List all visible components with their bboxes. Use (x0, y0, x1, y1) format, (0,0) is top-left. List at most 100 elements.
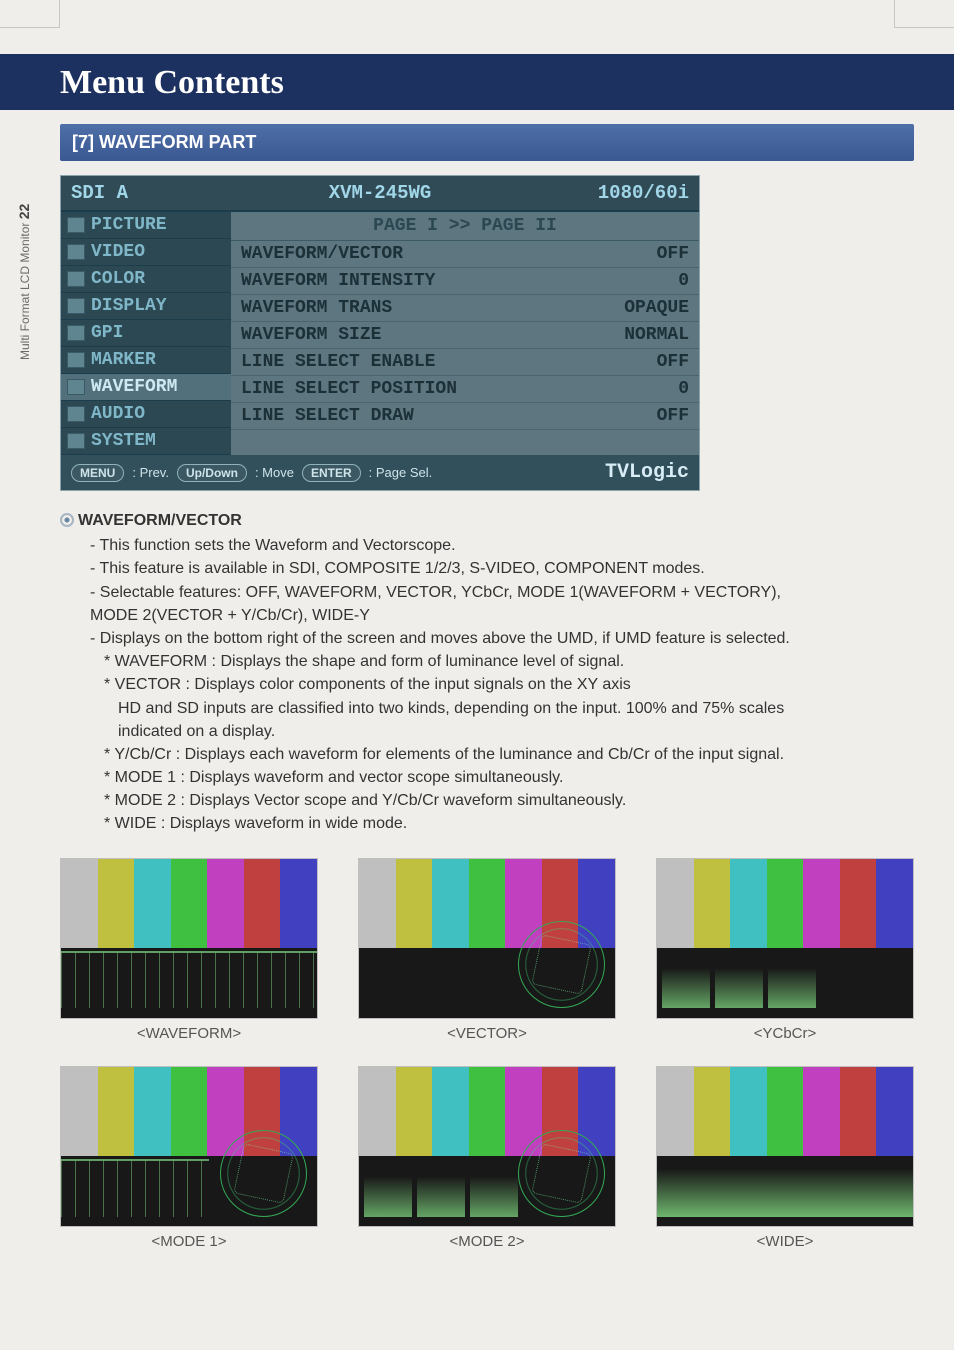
osd-model-label: XVM-245WG (277, 182, 483, 204)
osd-nav-item-color[interactable]: COLOR (61, 266, 231, 293)
thumbnail-caption: <WAVEFORM> (60, 1025, 318, 1042)
osd-setting-label: WAVEFORM/VECTOR (241, 244, 579, 264)
osd-setting-value: OFF (579, 406, 689, 426)
osd-nav-label: GPI (91, 323, 123, 343)
picture-icon (67, 217, 85, 233)
desc-subline: * MODE 1 : Displays waveform and vector … (60, 766, 914, 789)
osd-setting-value: OFF (579, 352, 689, 372)
osd-setting-row[interactable]: WAVEFORM SIZENORMAL (231, 322, 699, 349)
description-block: WAVEFORM/VECTOR - This function sets the… (60, 509, 914, 836)
color-icon (67, 271, 85, 287)
thumbnail-image (358, 1066, 616, 1227)
page-corner-left (0, 0, 60, 28)
osd-nav-label: AUDIO (91, 404, 145, 424)
osd-nav-item-gpi[interactable]: GPI (61, 320, 231, 347)
osd-keycap: ENTER (302, 464, 361, 482)
osd-setting-value: 0 (579, 379, 689, 399)
osd-nav-item-marker[interactable]: MARKER (61, 347, 231, 374)
desc-line: - Displays on the bottom right of the sc… (60, 627, 914, 650)
gpi-icon (67, 325, 85, 341)
page-title: Menu Contents (60, 64, 932, 102)
osd-setting-row[interactable]: LINE SELECT DRAWOFF (231, 403, 699, 430)
osd-setting-label: WAVEFORM SIZE (241, 325, 579, 345)
waveform-icon (67, 379, 85, 395)
osd-setting-row[interactable]: WAVEFORM TRANSOPAQUE (231, 295, 699, 322)
osd-setting-label: LINE SELECT ENABLE (241, 352, 579, 372)
osd-nav-item-system[interactable]: SYSTEM (61, 428, 231, 455)
desc-subline: * VECTOR : Displays color components of … (60, 673, 914, 696)
osd-nav-label: COLOR (91, 269, 145, 289)
osd-setting-label: WAVEFORM TRANS (241, 298, 579, 318)
osd-nav-label: SYSTEM (91, 431, 156, 451)
osd-footer: MENU : Prev. Up/Down : Move ENTER : Page S… (61, 455, 699, 490)
osd-key-text: : Move (255, 465, 294, 480)
side-tab-prefix: Multi Format LCD Monitor (18, 219, 32, 360)
osd-nav-item-video[interactable]: VIDEO (61, 239, 231, 266)
osd-brand: TVLogic (605, 461, 689, 484)
osd-keycap: Up/Down (177, 464, 247, 482)
side-page-tab: Multi Format LCD Monitor 22 (16, 204, 32, 360)
desc-line: - This function sets the Waveform and Ve… (60, 534, 914, 557)
osd-nav-item-picture[interactable]: PICTURE (61, 212, 231, 239)
osd-nav-list: PICTURE VIDEO COLOR DISPLAY GPI MARKER WAVEFOR… (61, 212, 231, 455)
thumbnail: <MODE 2> (358, 1066, 616, 1250)
desc-subline: * Y/Cb/Cr : Displays each waveform for e… (60, 743, 914, 766)
thumbnail: <WIDE> (656, 1066, 914, 1250)
thumbnail-caption: <VECTOR> (358, 1025, 616, 1042)
thumbnail-image (656, 858, 914, 1019)
thumbnail-image (358, 858, 616, 1019)
thumbnail-image (656, 1066, 914, 1227)
osd-setting-label: LINE SELECT DRAW (241, 406, 579, 426)
thumbnail-image (60, 858, 318, 1019)
osd-titlebar: SDI A XVM-245WG 1080/60i (61, 176, 699, 212)
osd-key-hints: MENU : Prev. Up/Down : Move ENTER : Page S… (71, 464, 432, 482)
thumbnail: <MODE 1> (60, 1066, 318, 1250)
desc-subline: * WIDE : Displays waveform in wide mode. (60, 812, 914, 835)
osd-input-label: SDI A (71, 182, 277, 204)
audio-icon (67, 406, 85, 422)
osd-setting-row[interactable]: WAVEFORM/VECTOROFF (231, 241, 699, 268)
osd-settings-panel: PAGE I >> PAGE II WAVEFORM/VECTOROFFWAVE… (231, 212, 699, 455)
desc-line: - Selectable features: OFF, WAVEFORM, VE… (60, 581, 914, 604)
osd-nav-item-audio[interactable]: AUDIO (61, 401, 231, 428)
page-corner-right (894, 0, 954, 28)
thumbnail: <VECTOR> (358, 858, 616, 1042)
page-header: Menu Contents (0, 54, 954, 110)
thumbnail-caption: <MODE 2> (358, 1233, 616, 1250)
video-icon (67, 244, 85, 260)
marker-icon (67, 352, 85, 368)
thumbnail: <YCbCr> (656, 858, 914, 1042)
osd-nav-label: DISPLAY (91, 296, 167, 316)
thumbnail-grid: <WAVEFORM> <VECTOR> <YCbCr> <MODE 1> <MODE 2… (60, 858, 914, 1251)
thumbnail-caption: <WIDE> (656, 1233, 914, 1250)
osd-setting-label: LINE SELECT POSITION (241, 379, 579, 399)
system-icon (67, 433, 85, 449)
osd-menu-screenshot: SDI A XVM-245WG 1080/60i PICTURE VIDEO COL… (60, 175, 700, 491)
desc-heading: WAVEFORM/VECTOR (60, 509, 914, 532)
osd-setting-row[interactable]: LINE SELECT ENABLEOFF (231, 349, 699, 376)
osd-nav-label: PICTURE (91, 215, 167, 235)
desc-subline: HD and SD inputs are classified into two… (60, 697, 914, 720)
osd-keycap: MENU (71, 464, 124, 482)
desc-subline: indicated on a display. (60, 720, 914, 743)
osd-setting-value: OFF (579, 244, 689, 264)
osd-nav-label: WAVEFORM (91, 377, 177, 397)
osd-setting-value: 0 (579, 271, 689, 291)
osd-nav-label: MARKER (91, 350, 156, 370)
desc-line: - This feature is available in SDI, COMP… (60, 557, 914, 580)
section-title: [7] WAVEFORM PART (60, 124, 914, 161)
side-tab-page: 22 (16, 204, 32, 220)
osd-nav-label: VIDEO (91, 242, 145, 262)
desc-line: MODE 2(VECTOR + Y/Cb/Cr), WIDE-Y (60, 604, 914, 627)
osd-setting-value: NORMAL (579, 325, 689, 345)
osd-setting-row[interactable]: WAVEFORM INTENSITY0 (231, 268, 699, 295)
thumbnail-image (60, 1066, 318, 1227)
osd-setting-label: WAVEFORM INTENSITY (241, 271, 579, 291)
osd-setting-row[interactable]: LINE SELECT POSITION0 (231, 376, 699, 403)
osd-nav-item-display[interactable]: DISPLAY (61, 293, 231, 320)
osd-setting-value: OPAQUE (579, 298, 689, 318)
osd-nav-item-waveform[interactable]: WAVEFORM (61, 374, 231, 401)
thumbnail-caption: <YCbCr> (656, 1025, 914, 1042)
osd-key-text: : Prev. (132, 465, 169, 480)
osd-key-text: : Page Sel. (369, 465, 433, 480)
